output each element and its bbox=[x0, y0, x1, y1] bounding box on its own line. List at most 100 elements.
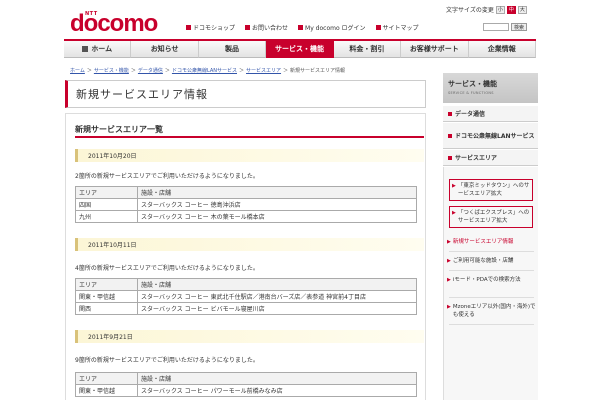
sidebar-item-service-area[interactable]: サービスエリア bbox=[443, 150, 538, 166]
site-search: 検索 bbox=[483, 23, 527, 31]
sidebar-header: サービス・機能 SERVICE & FUNCTIONS bbox=[443, 73, 538, 103]
section-divider bbox=[75, 136, 424, 138]
font-size-large-button[interactable]: 大 bbox=[517, 5, 527, 14]
table-row: 関東・甲信越 スターバックス コーヒー 東武北千住駅店／港南台バーズ店／表参道 神… bbox=[75, 290, 417, 303]
square-bullet-icon bbox=[298, 25, 304, 30]
area-cell: 関東・甲信越 bbox=[75, 384, 138, 397]
area-table: エリア 施設・店舗 関東・甲信越 スターバックス コーヒー 東武北千住駅店／港南台バ… bbox=[75, 278, 417, 315]
entry-note: 4箇所の新規サービスエリアでご利用いただけるようになりました。 bbox=[75, 265, 259, 272]
table-row: 九州 スターバックス コーヒー 木の葉モール橋本店 bbox=[75, 210, 417, 223]
tab-label: 製品 bbox=[225, 45, 240, 53]
square-bullet-icon bbox=[448, 111, 452, 116]
breadcrumb-data-communication[interactable]: データ通信 bbox=[138, 67, 163, 74]
square-bullet-icon bbox=[448, 155, 452, 160]
entry-note: 2箇所の新規サービスエリアでご利用いただけるようになりました。 bbox=[75, 173, 259, 180]
table-row: 関東・甲信越 スターバックス コーヒー パワーモール前橋みなみ店 bbox=[75, 384, 417, 397]
sidebar-link-midtown[interactable]: ▶ 「東京ミッドタウン」へのサービスエリア拡大 bbox=[449, 179, 533, 201]
sidebar-item-data-communication[interactable]: データ通信 bbox=[443, 106, 538, 122]
font-size-medium-button[interactable]: 中 bbox=[506, 5, 516, 14]
docomo-shop-link[interactable]: ドコモショップ bbox=[186, 23, 235, 32]
square-bullet-icon bbox=[375, 25, 381, 30]
link-label: お問い合わせ bbox=[252, 25, 289, 32]
page-title-box: 新規サービスエリア情報 bbox=[65, 80, 426, 108]
sidebar-item-public-lan[interactable]: ドコモ公衆無線LANサービス bbox=[443, 123, 538, 149]
sidebar-link-mzone[interactable]: ▶ Mzoneエリア以外(国内・海外)でも使える bbox=[447, 301, 536, 321]
facility-cell: スターバックス コーヒー ビバモール寝屋川店 bbox=[137, 302, 417, 315]
column-header-area: エリア bbox=[75, 372, 138, 385]
divider bbox=[449, 270, 534, 271]
sitemap-link[interactable]: サイトマップ bbox=[375, 23, 419, 32]
contact-link[interactable]: お問い合わせ bbox=[245, 23, 288, 32]
sidebar-link-label: 新規サービスエリア情報 bbox=[452, 239, 514, 245]
column-header-facility: 施設・店舗 bbox=[137, 186, 417, 199]
breadcrumb-current: 新規サービスエリア情報 bbox=[290, 68, 346, 74]
breadcrumb-separator: ＞ bbox=[130, 68, 136, 74]
sidebar-link-label: iモード・PDAでの検索方法 bbox=[452, 277, 521, 283]
sidebar-link-facilities[interactable]: ▶ ご利用可能な施設・店舗 bbox=[447, 255, 536, 267]
my-docomo-login-link[interactable]: My docomo ログイン bbox=[298, 23, 366, 32]
column-header-facility: 施設・店舗 bbox=[137, 278, 417, 291]
square-bullet-icon bbox=[186, 25, 191, 30]
arrow-right-icon: ▶ bbox=[452, 183, 456, 189]
date-label: 2011年10月20日 bbox=[88, 153, 137, 160]
area-table: エリア 施設・店舗 関東・甲信越 スターバックス コーヒー パワーモール前橋みなみ店 bbox=[75, 372, 417, 397]
sidebar-link-label: 「つくばエクスプレス」へのサービスエリア拡大 bbox=[457, 210, 530, 224]
area-cell: 九州 bbox=[75, 210, 138, 223]
font-size-label: 文字サイズの変更 bbox=[446, 7, 494, 14]
breadcrumb-separator: ＞ bbox=[283, 68, 289, 74]
breadcrumb-services[interactable]: サービス・機能 bbox=[94, 67, 129, 74]
tab-support[interactable]: お客様サポート bbox=[401, 41, 469, 58]
breadcrumb-service-area[interactable]: サービスエリア bbox=[246, 67, 281, 74]
tab-news[interactable]: お知らせ bbox=[131, 41, 199, 58]
tab-corporate[interactable]: 企業情報 bbox=[468, 41, 536, 58]
tab-label: サービス・機能 bbox=[274, 45, 324, 53]
docomo-logo[interactable]: docomo bbox=[70, 10, 158, 38]
date-heading: 2011年10月20日 bbox=[75, 149, 424, 162]
sidebar-item-label: データ通信 bbox=[455, 111, 486, 118]
breadcrumb-separator: ＞ bbox=[164, 68, 170, 74]
sidebar-link-search-method[interactable]: ▶ iモード・PDAでの検索方法 bbox=[447, 274, 536, 286]
sidebar-link-tsukuba-express[interactable]: ▶ 「つくばエクスプレス」へのサービスエリア拡大 bbox=[449, 206, 533, 228]
facility-cell: スターバックス コーヒー 東武北千住駅店／港南台バーズ店／表参道 神宮前4丁目店 bbox=[137, 290, 417, 303]
breadcrumb: ホーム＞ サービス・機能＞ データ通信＞ ドコモ公衆無線LANサービス＞ サービ… bbox=[70, 67, 345, 74]
tab-home[interactable]: ホーム bbox=[64, 41, 132, 58]
tab-products[interactable]: 製品 bbox=[198, 41, 267, 58]
breadcrumb-public-lan[interactable]: ドコモ公衆無線LANサービス bbox=[172, 67, 237, 74]
sidebar-title: サービス・機能 bbox=[448, 80, 497, 88]
tab-label: 企業情報 bbox=[487, 45, 516, 53]
arrow-right-icon: ▶ bbox=[447, 277, 451, 283]
square-bullet-icon bbox=[245, 25, 251, 30]
arrow-right-icon: ▶ bbox=[447, 239, 451, 245]
section-title: 新規サービスエリア一覧 bbox=[75, 125, 163, 134]
breadcrumb-separator: ＞ bbox=[239, 68, 245, 74]
column-header-area: エリア bbox=[75, 186, 138, 199]
area-cell: 関西 bbox=[75, 302, 138, 315]
tab-services[interactable]: サービス・機能 bbox=[266, 41, 334, 58]
area-cell: 関東・甲信越 bbox=[75, 290, 138, 303]
sidebar-item-label: サービスエリア bbox=[455, 155, 498, 162]
breadcrumb-home[interactable]: ホーム bbox=[70, 67, 85, 74]
link-label: ドコモショップ bbox=[193, 25, 236, 32]
global-nav: ホーム お知らせ 製品 サービス・機能 料金・割引 お客様サポート 企業情報 bbox=[64, 39, 536, 58]
home-icon bbox=[82, 46, 89, 52]
area-table: エリア 施設・店舗 四国 スターバックス コーヒー 徳島沖浜店 九州 スターバックス … bbox=[75, 186, 417, 223]
sidebar-item-label: ドコモ公衆無線LANサービス bbox=[455, 133, 535, 140]
search-button[interactable]: 検索 bbox=[511, 23, 527, 31]
table-header-row: エリア 施設・店舗 bbox=[75, 278, 417, 291]
sidebar-link-label: ご利用可能な施設・店舗 bbox=[452, 258, 514, 264]
entry-note: 9箇所の新規サービスエリアでご利用いただけるようになりました。 bbox=[75, 357, 259, 364]
search-input[interactable] bbox=[483, 23, 509, 31]
breadcrumb-separator: ＞ bbox=[86, 68, 92, 74]
header-links: ドコモショップ お問い合わせ My docomo ログイン サイトマップ bbox=[186, 23, 419, 32]
link-label: サイトマップ bbox=[382, 25, 419, 32]
link-label: My docomo ログイン bbox=[305, 25, 366, 32]
tab-label: お客様サポート bbox=[409, 45, 459, 53]
arrow-right-icon: ▶ bbox=[447, 258, 451, 264]
arrow-right-icon: ▶ bbox=[447, 304, 451, 310]
facility-cell: スターバックス コーヒー パワーモール前橋みなみ店 bbox=[137, 384, 417, 397]
font-size-small-button[interactable]: 小 bbox=[495, 5, 505, 14]
sidebar-link-label: Mzoneエリア以外(国内・海外)でも使える bbox=[452, 304, 536, 318]
tab-charges[interactable]: 料金・割引 bbox=[333, 41, 402, 58]
sidebar-link-new-area-info[interactable]: ▶ 新規サービスエリア情報 bbox=[447, 236, 536, 248]
divider bbox=[449, 251, 534, 252]
